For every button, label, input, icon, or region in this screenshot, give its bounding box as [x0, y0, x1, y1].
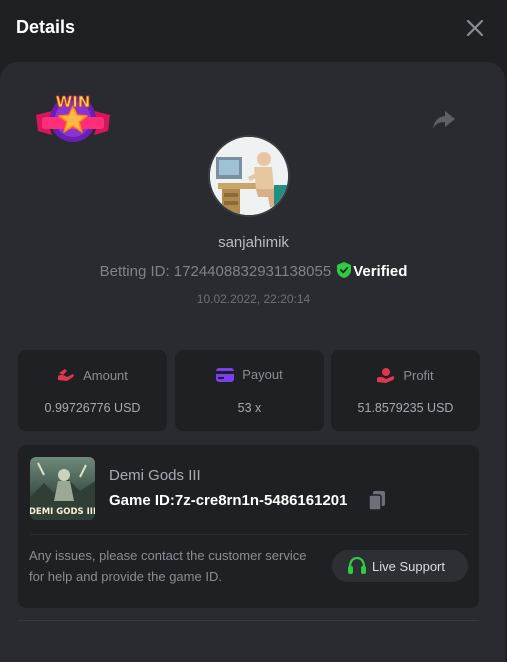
- game-card: DEMI GODS III Demi Gods III Game ID:7z-c…: [18, 445, 479, 608]
- stat-head: Payout: [175, 367, 324, 382]
- stat-head: Profit: [331, 367, 480, 383]
- verified-shield-icon: [337, 262, 352, 278]
- copy-button[interactable]: [368, 491, 386, 511]
- betting-id-row: Betting ID: 1724408832931138055 Verified: [0, 262, 507, 280]
- stat-value: 0.99726776 USD: [44, 401, 141, 415]
- username: sanjahimik: [218, 234, 289, 251]
- stat-card-profit: Profit 51.8579235 USD: [331, 350, 480, 431]
- avatar: [208, 135, 290, 217]
- support-note: Any issues, please contact the customer …: [29, 548, 307, 584]
- bottom-divider: [18, 620, 479, 621]
- stat-value: 51.8579235 USD: [357, 401, 454, 415]
- amount-icon: [58, 369, 74, 381]
- close-button[interactable]: [465, 18, 485, 38]
- header: Details: [0, 0, 507, 60]
- page-title: Details: [16, 17, 76, 37]
- betting-id: Betting ID: 1724408832931138055: [99, 263, 332, 280]
- stat-label: Amount: [83, 368, 128, 383]
- live-support-label: Live Support: [372, 559, 445, 574]
- live-support-button[interactable]: Live Support: [332, 550, 468, 582]
- stat-card-amount: Amount 0.99726776 USD: [18, 350, 167, 431]
- stat-label: Profit: [403, 368, 434, 383]
- game-name: Demi Gods III: [109, 467, 201, 484]
- close-icon: [466, 19, 484, 37]
- timestamp: 10.02.2022, 22:20:14: [196, 292, 311, 306]
- stat-label: Payout: [242, 367, 283, 382]
- stat-value: 53 x: [237, 401, 262, 415]
- share-icon: [433, 111, 455, 129]
- copy-icon: [368, 491, 385, 511]
- share-button[interactable]: [431, 108, 457, 132]
- headset-icon: [348, 557, 366, 574]
- win-badge: WIN: [32, 89, 114, 149]
- payout-icon: [216, 368, 235, 382]
- game-thumbnail-title: DEMI GODS III: [30, 507, 95, 517]
- stat-head: Amount: [18, 367, 167, 383]
- game-thumbnail[interactable]: DEMI GODS III: [30, 457, 95, 520]
- divider: [30, 534, 467, 535]
- game-thumbnail-art: DEMI GODS III: [30, 457, 95, 520]
- game-id: Game ID:7z-cre8rn1n-5486161201: [109, 492, 348, 509]
- win-badge-icon: WIN: [36, 93, 110, 142]
- stat-card-payout: Payout 53 x: [175, 350, 324, 431]
- badge-text: WIN: [56, 93, 91, 111]
- verified-label: Verified: [353, 263, 408, 280]
- profit-icon: [377, 368, 395, 383]
